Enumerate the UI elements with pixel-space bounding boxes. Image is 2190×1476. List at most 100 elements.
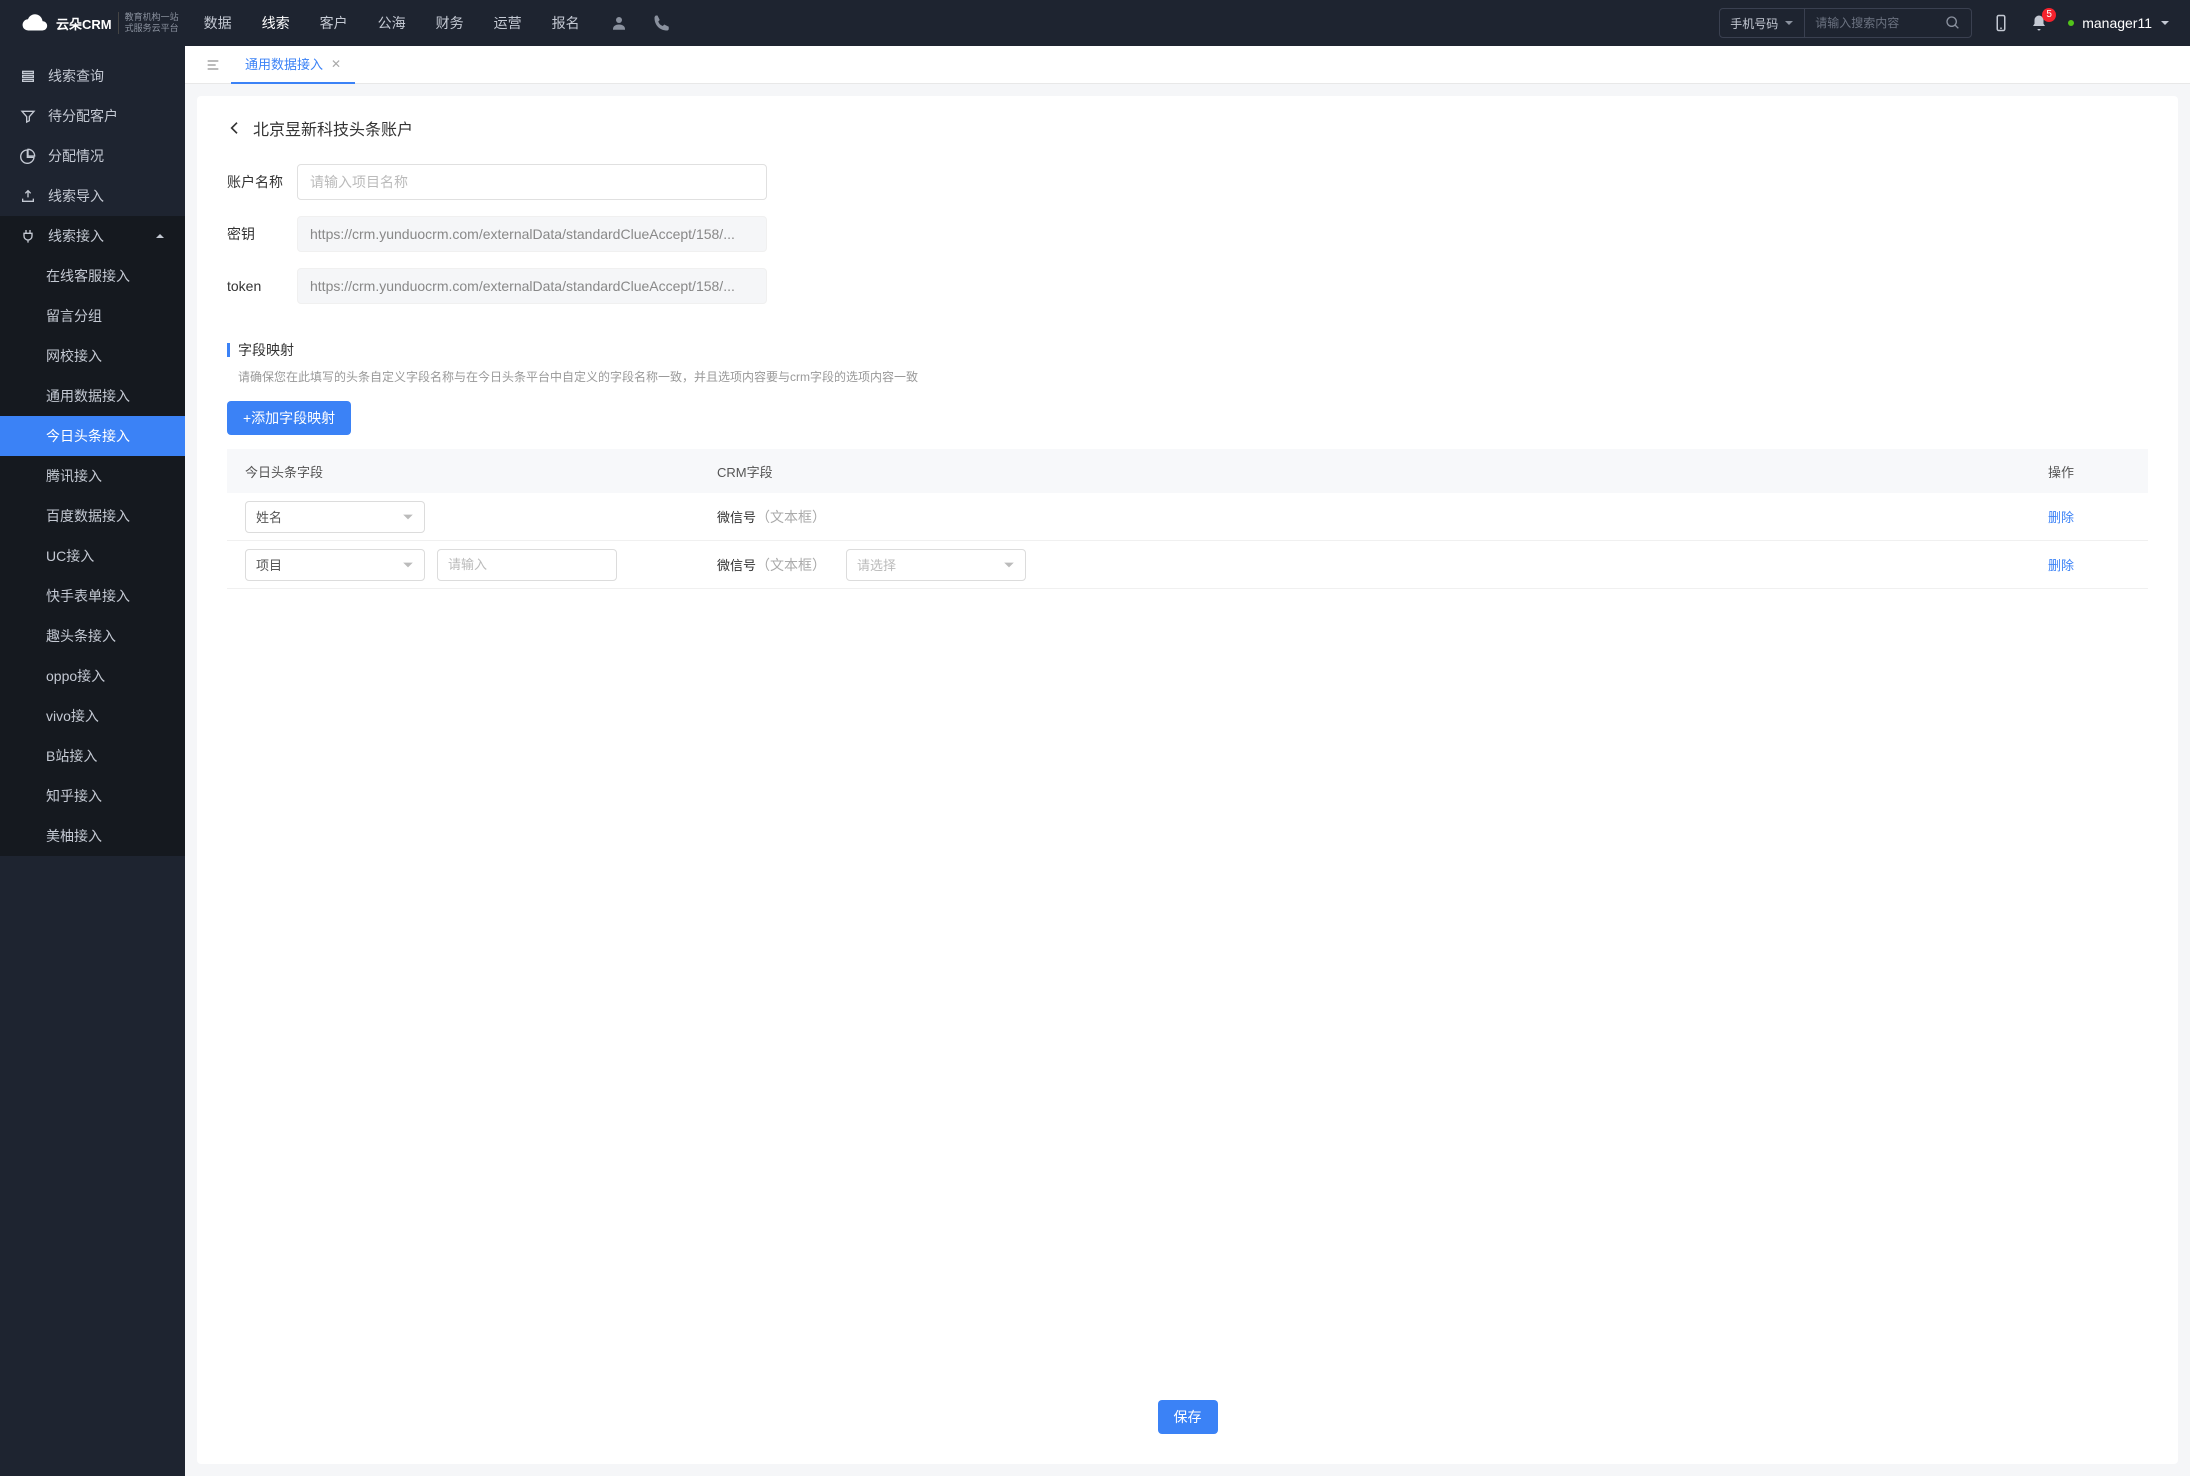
tab[interactable]: 通用数据接入 ✕ <box>231 46 355 84</box>
user-menu[interactable]: manager11 <box>2068 15 2170 31</box>
sidebar-subitem[interactable]: 网校接入 <box>0 336 185 376</box>
topnav-item[interactable]: 公海 <box>378 13 406 33</box>
plug-icon <box>20 228 36 244</box>
tab-label: 通用数据接入 <box>245 54 323 73</box>
top-bar: 云朵CRM 教育机构一站式服务云平台 数据 线索 客户 公海 财务 运营 报名 手机号码 5… <box>0 0 2190 46</box>
sidebar-item-label: 线索查询 <box>48 66 104 86</box>
mobile-icon[interactable] <box>1992 14 2010 32</box>
page-title: 北京昱新科技头条账户 <box>253 116 413 140</box>
sidebar-item-label: 分配情况 <box>48 146 104 166</box>
list-icon <box>20 68 36 84</box>
mapping-title: 字段映射 <box>238 340 294 360</box>
sidebar-subitem[interactable]: B站接入 <box>0 736 185 776</box>
toutiao-extra-input[interactable] <box>437 549 617 581</box>
crm-field-type: （文本框） <box>756 555 826 575</box>
col-action: 操作 <box>2048 462 2148 481</box>
user-icon[interactable] <box>610 14 628 32</box>
sidebar-subitem[interactable]: 快手表单接入 <box>0 576 185 616</box>
sidebar-subitem[interactable]: UC接入 <box>0 536 185 576</box>
sidebar-subitem[interactable]: 百度数据接入 <box>0 496 185 536</box>
topnav-item[interactable]: 客户 <box>320 13 348 33</box>
add-mapping-button[interactable]: +添加字段映射 <box>227 401 351 435</box>
collapse-button[interactable] <box>195 57 231 73</box>
table-header: 今日头条字段 CRM字段 操作 <box>227 449 2148 493</box>
chevron-up-icon <box>155 231 165 241</box>
sidebar: 线索查询待分配客户分配情况线索导入线索接入在线客服接入留言分组网校接入通用数据接… <box>0 46 185 1476</box>
delete-link[interactable]: 删除 <box>2048 558 2074 573</box>
notification-count: 5 <box>2042 8 2056 22</box>
chevron-down-icon <box>1784 18 1794 28</box>
toutiao-field-select[interactable]: 姓名 <box>245 501 425 533</box>
search-input[interactable] <box>1805 16 1935 30</box>
sidebar-subitem[interactable]: 留言分组 <box>0 296 185 336</box>
chevron-down-icon <box>402 559 414 571</box>
cloud-icon <box>20 8 50 38</box>
topnav-item[interactable]: 报名 <box>552 13 580 33</box>
section-bar <box>227 343 230 357</box>
logo-brand: 云朵CRM <box>56 14 112 33</box>
sidebar-subitem[interactable]: 在线客服接入 <box>0 256 185 296</box>
username: manager11 <box>2082 15 2152 31</box>
topnav-item[interactable]: 数据 <box>204 13 232 33</box>
crm-field-name: 微信号 <box>717 555 756 574</box>
key-label: 密钥 <box>227 224 297 244</box>
sidebar-item[interactable]: 线索接入 <box>0 216 185 256</box>
sidebar-item-label: 线索导入 <box>48 186 104 206</box>
sidebar-subitem[interactable]: 美柚接入 <box>0 816 185 856</box>
toutiao-field-select[interactable]: 项目 <box>245 549 425 581</box>
sidebar-item[interactable]: 线索导入 <box>0 176 185 216</box>
content: 北京昱新科技头条账户 账户名称 密钥 token 字段映射 请确保您在此填写的头… <box>197 96 2178 1464</box>
topnav-item[interactable]: 财务 <box>436 13 464 33</box>
sidebar-item[interactable]: 分配情况 <box>0 136 185 176</box>
tab-close[interactable]: ✕ <box>331 57 341 71</box>
logo-sub: 教育机构一站式服务云平台 <box>118 12 179 34</box>
top-icons <box>610 14 671 32</box>
save-button[interactable]: 保存 <box>1158 1400 1218 1434</box>
sidebar-subitem[interactable]: vivo接入 <box>0 696 185 736</box>
sidebar-subitem[interactable]: 今日头条接入 <box>0 416 185 456</box>
phone-icon[interactable] <box>653 14 671 32</box>
pie-icon <box>20 148 36 164</box>
tabs-bar: 通用数据接入 ✕ <box>185 46 2190 84</box>
delete-link[interactable]: 删除 <box>2048 510 2074 525</box>
sidebar-item[interactable]: 线索查询 <box>0 56 185 96</box>
top-nav: 数据 线索 客户 公海 财务 运营 报名 <box>204 13 580 33</box>
sidebar-item-label: 线索接入 <box>48 226 104 246</box>
sidebar-item[interactable]: 待分配客户 <box>0 96 185 136</box>
upload-icon <box>20 188 36 204</box>
crm-field-type: （文本框） <box>756 507 826 527</box>
token-input[interactable] <box>297 268 767 304</box>
back-button[interactable] <box>227 120 243 136</box>
chevron-down-icon <box>1003 559 1015 571</box>
logo[interactable]: 云朵CRM 教育机构一站式服务云平台 <box>20 8 179 38</box>
col-crm: CRM字段 <box>717 462 2048 481</box>
sidebar-item-label: 待分配客户 <box>48 106 118 126</box>
filter-icon <box>20 108 36 124</box>
main: 通用数据接入 ✕ 北京昱新科技头条账户 账户名称 密钥 token <box>185 46 2190 1476</box>
search-type-label: 手机号码 <box>1730 15 1778 32</box>
table-row: 项目 微信号（文本框） 请选择 删除 <box>227 541 2148 589</box>
table-row: 姓名 微信号（文本框） 删除 <box>227 493 2148 541</box>
sidebar-subitem[interactable]: 知乎接入 <box>0 776 185 816</box>
token-label: token <box>227 278 297 294</box>
topnav-item[interactable]: 运营 <box>494 13 522 33</box>
account-name-input[interactable] <box>297 164 767 200</box>
name-label: 账户名称 <box>227 172 297 192</box>
sidebar-subitem[interactable]: oppo接入 <box>0 656 185 696</box>
search-type-select[interactable]: 手机号码 <box>1720 9 1805 37</box>
chevron-down-icon <box>2160 18 2170 28</box>
notification-bell[interactable]: 5 <box>2030 14 2048 32</box>
topnav-item[interactable]: 线索 <box>262 13 290 33</box>
chevron-down-icon <box>402 511 414 523</box>
search-button[interactable] <box>1935 15 1971 31</box>
sidebar-subitem[interactable]: 趣头条接入 <box>0 616 185 656</box>
key-input[interactable] <box>297 216 767 252</box>
status-dot <box>2068 20 2074 26</box>
sidebar-subitem[interactable]: 腾讯接入 <box>0 456 185 496</box>
col-toutiao: 今日头条字段 <box>227 462 717 481</box>
mapping-table: 今日头条字段 CRM字段 操作 姓名微信号（文本框）删除项目微信号（文本框）请选… <box>227 449 2148 589</box>
sidebar-subitem[interactable]: 通用数据接入 <box>0 376 185 416</box>
crm-field-name: 微信号 <box>717 507 756 526</box>
crm-field-select[interactable]: 请选择 <box>846 549 1026 581</box>
search-group: 手机号码 <box>1719 8 1972 38</box>
